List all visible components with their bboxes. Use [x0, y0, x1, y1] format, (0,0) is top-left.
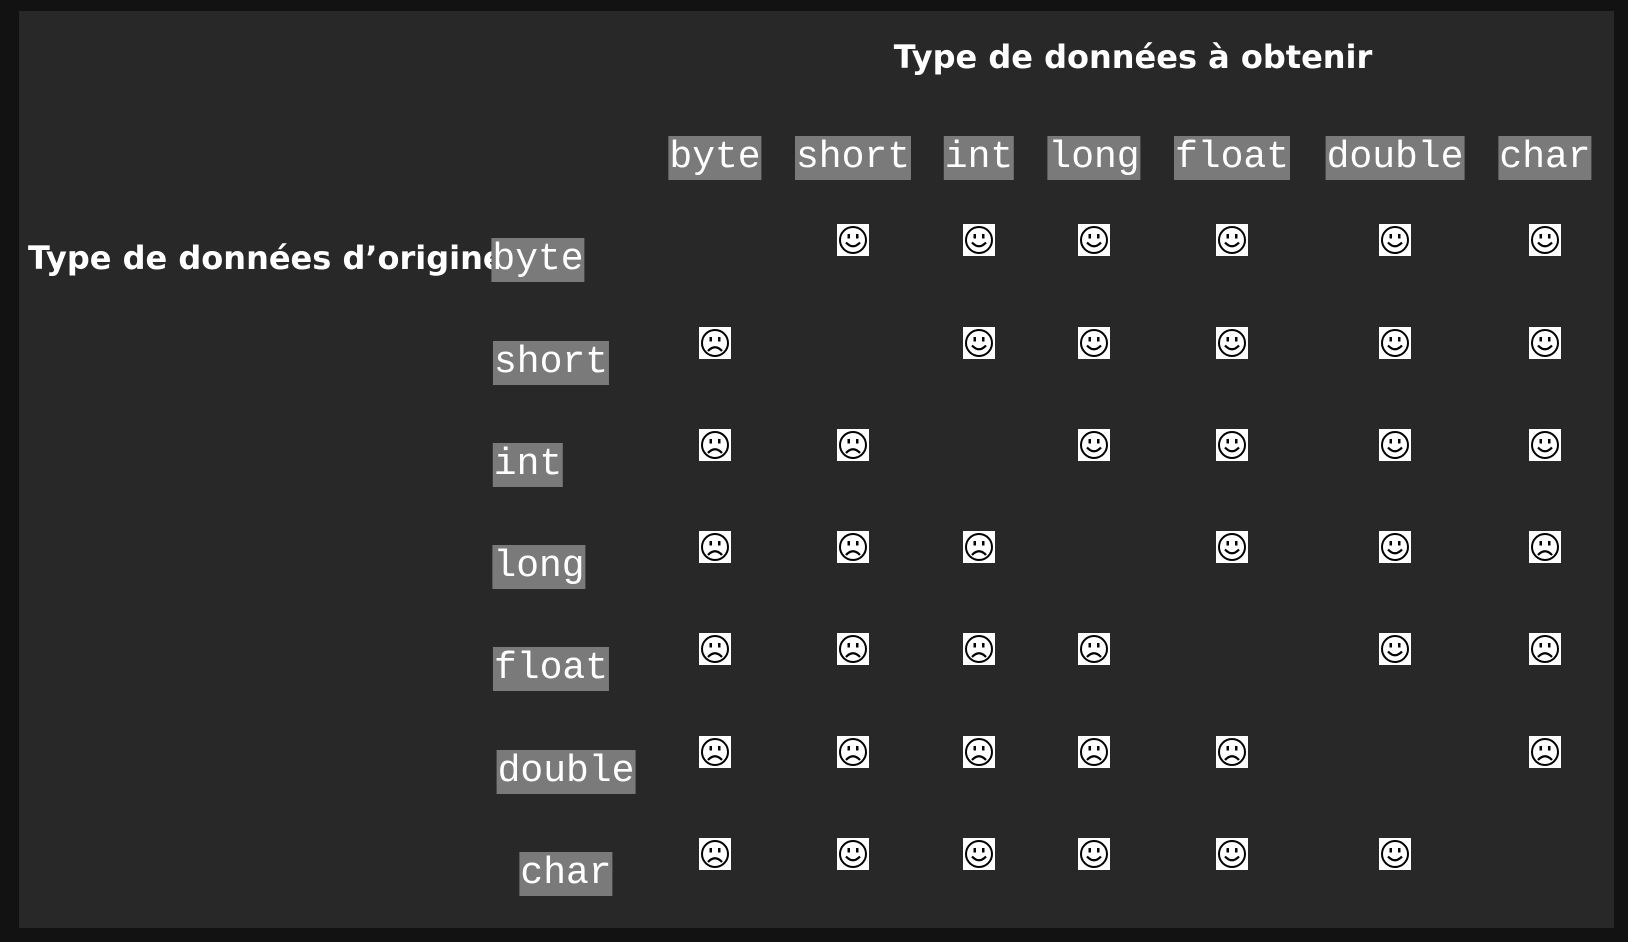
target-type-int: int: [943, 136, 1015, 180]
sad-face-icon: [1078, 736, 1110, 768]
source-type-double: double: [496, 750, 636, 794]
smiley-face-icon: [1078, 838, 1110, 870]
sad-face-icon: [699, 633, 731, 665]
sad-face-icon: [963, 633, 995, 665]
sad-face-icon: [699, 429, 731, 461]
smiley-face-icon: [1529, 327, 1561, 359]
sad-face-icon: [699, 736, 731, 768]
smiley-face-icon: [837, 224, 869, 256]
target-type-double: double: [1325, 136, 1465, 180]
source-type-title: Type de données d’origine: [28, 239, 505, 277]
smiley-face-icon: [963, 327, 995, 359]
sad-face-icon: [1529, 736, 1561, 768]
sad-face-icon: [963, 736, 995, 768]
smiley-face-icon: [963, 838, 995, 870]
smiley-face-icon: [837, 838, 869, 870]
source-type-char: char: [519, 852, 613, 896]
sad-face-icon: [837, 531, 869, 563]
smiley-face-icon: [1216, 327, 1248, 359]
target-type-short: short: [794, 136, 912, 180]
smiley-face-icon: [1216, 838, 1248, 870]
source-type-short: short: [492, 341, 610, 385]
sad-face-icon: [837, 429, 869, 461]
smiley-face-icon: [1529, 224, 1561, 256]
sad-face-icon: [1529, 633, 1561, 665]
smiley-face-icon: [1078, 429, 1110, 461]
smiley-face-icon: [1379, 224, 1411, 256]
smiley-face-icon: [1379, 633, 1411, 665]
source-type-byte: byte: [491, 238, 585, 282]
sad-face-icon: [837, 736, 869, 768]
target-type-byte: byte: [668, 136, 762, 180]
source-type-int: int: [492, 443, 564, 487]
smiley-face-icon: [1529, 429, 1561, 461]
sad-face-icon: [699, 838, 731, 870]
smiley-face-icon: [963, 224, 995, 256]
target-type-title: Type de données à obtenir: [893, 38, 1373, 76]
sad-face-icon: [837, 633, 869, 665]
sad-face-icon: [1216, 736, 1248, 768]
sad-face-icon: [963, 531, 995, 563]
smiley-face-icon: [1379, 327, 1411, 359]
smiley-face-icon: [1379, 531, 1411, 563]
source-type-float: float: [492, 647, 610, 691]
target-type-long: long: [1047, 136, 1141, 180]
target-type-char: char: [1498, 136, 1592, 180]
smiley-face-icon: [1379, 429, 1411, 461]
source-type-long: long: [492, 545, 586, 589]
smiley-face-icon: [1216, 531, 1248, 563]
sad-face-icon: [1078, 633, 1110, 665]
smiley-face-icon: [1216, 224, 1248, 256]
smiley-face-icon: [1078, 224, 1110, 256]
smiley-face-icon: [1379, 838, 1411, 870]
sad-face-icon: [699, 327, 731, 359]
smiley-face-icon: [1216, 429, 1248, 461]
sad-face-icon: [699, 531, 731, 563]
target-type-float: float: [1173, 136, 1291, 180]
smiley-face-icon: [1078, 327, 1110, 359]
sad-face-icon: [1529, 531, 1561, 563]
